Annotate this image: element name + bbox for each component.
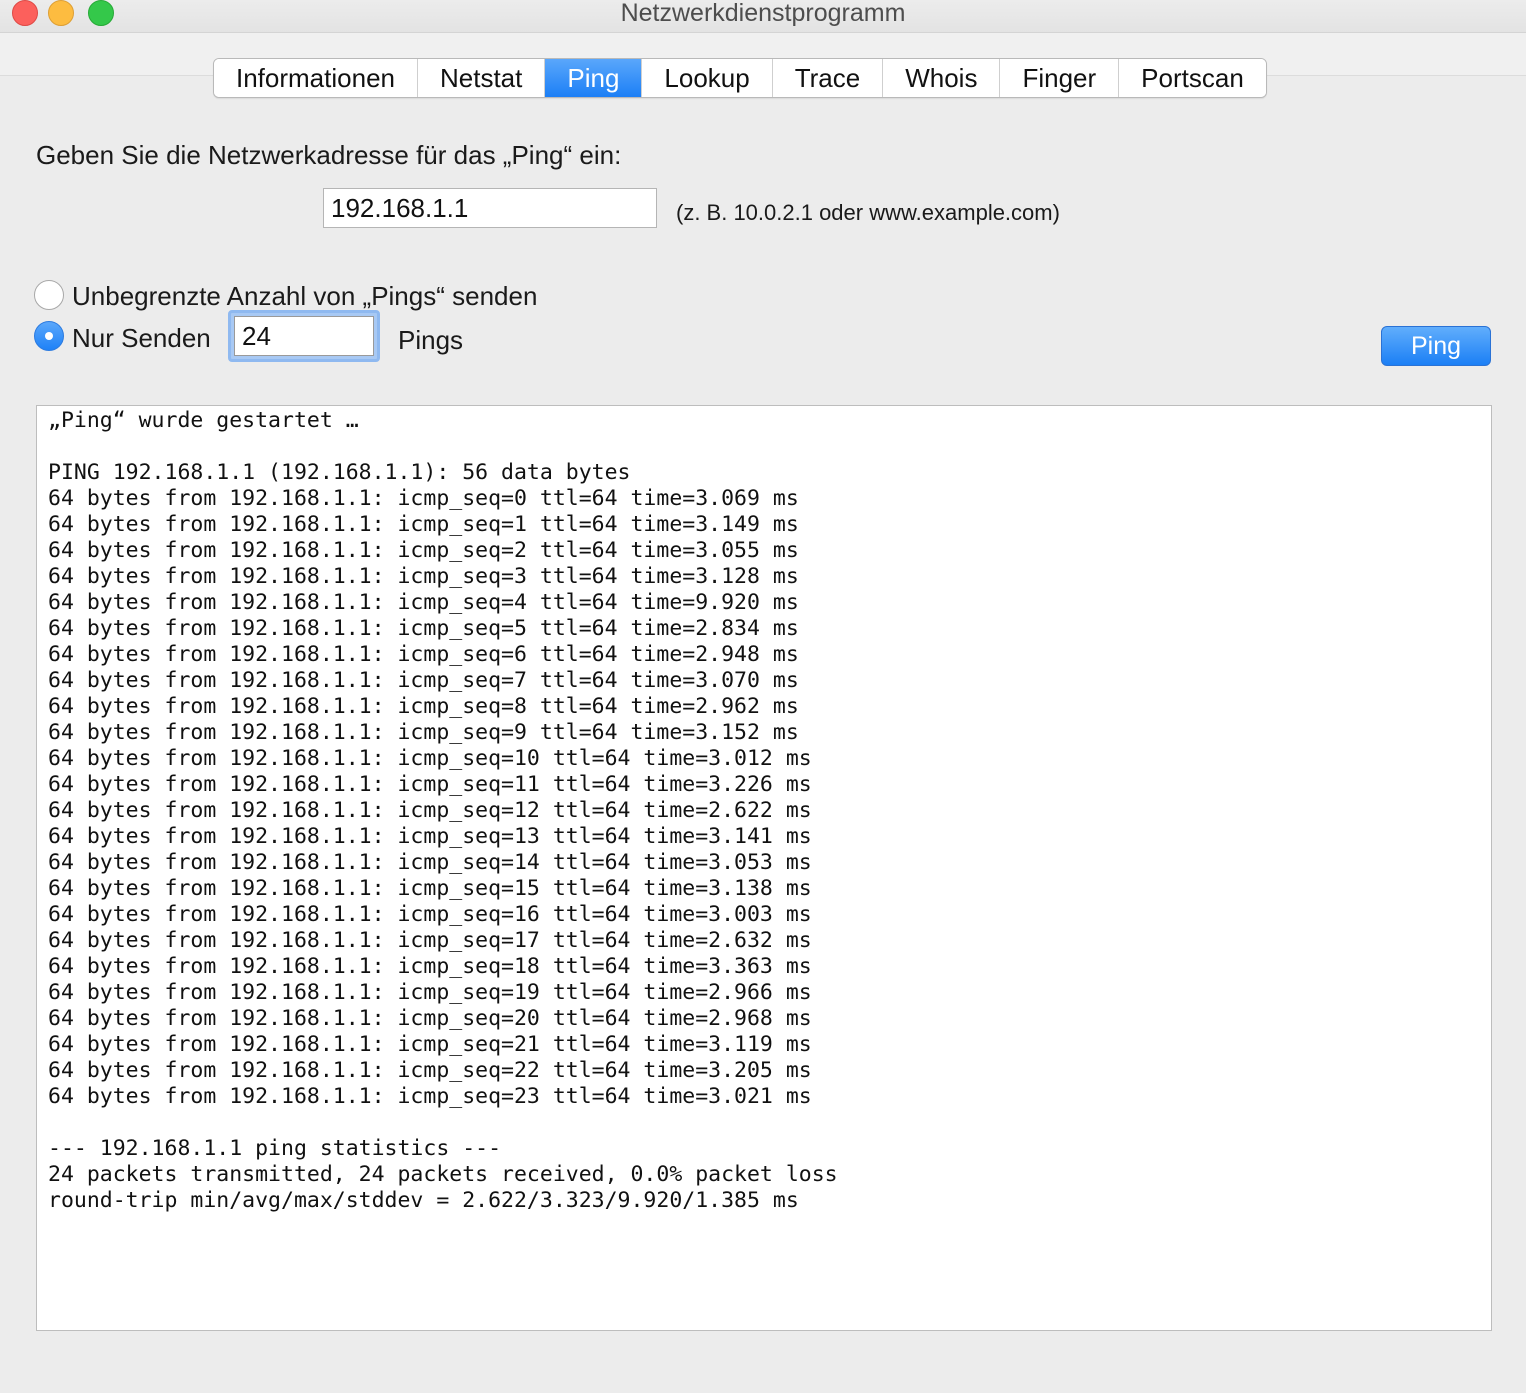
- unlimited-pings-label[interactable]: Unbegrenzte Anzahl von „Pings“ senden: [72, 281, 537, 312]
- ping-count-input[interactable]: [234, 316, 374, 356]
- output-line: 64 bytes from 192.168.1.1: icmp_seq=17 t…: [48, 928, 812, 953]
- output-line: 64 bytes from 192.168.1.1: icmp_seq=9 tt…: [48, 720, 799, 745]
- output-line: 64 bytes from 192.168.1.1: icmp_seq=22 t…: [48, 1058, 812, 1083]
- output-line: 64 bytes from 192.168.1.1: icmp_seq=3 tt…: [48, 564, 799, 589]
- only-send-radio[interactable]: [34, 321, 64, 351]
- address-example-hint: (z. B. 10.0.2.1 oder www.example.com): [676, 200, 1060, 225]
- output-line: 64 bytes from 192.168.1.1: icmp_seq=15 t…: [48, 876, 812, 901]
- tab-portscan[interactable]: Portscan: [1119, 59, 1266, 97]
- output-line: 64 bytes from 192.168.1.1: icmp_seq=20 t…: [48, 1006, 812, 1031]
- output-line: 64 bytes from 192.168.1.1: icmp_seq=14 t…: [48, 850, 812, 875]
- output-line: round-trip min/avg/max/stddev = 2.622/3.…: [48, 1188, 799, 1213]
- output-line: --- 192.168.1.1 ping statistics ---: [48, 1136, 502, 1161]
- tab-trace[interactable]: Trace: [772, 59, 884, 97]
- address-input[interactable]: [323, 188, 657, 228]
- output-line: 64 bytes from 192.168.1.1: icmp_seq=10 t…: [48, 746, 812, 771]
- output-line: „Ping“ wurde gestartet …: [48, 408, 359, 433]
- output-line: 64 bytes from 192.168.1.1: icmp_seq=19 t…: [48, 980, 812, 1005]
- output-line: 64 bytes from 192.168.1.1: icmp_seq=23 t…: [48, 1084, 812, 1109]
- output-line: 64 bytes from 192.168.1.1: icmp_seq=7 tt…: [48, 668, 799, 693]
- output-line: 64 bytes from 192.168.1.1: icmp_seq=16 t…: [48, 902, 812, 927]
- output-line: 64 bytes from 192.168.1.1: icmp_seq=13 t…: [48, 824, 812, 849]
- ping-button[interactable]: Ping: [1381, 326, 1491, 366]
- output-line: 64 bytes from 192.168.1.1: icmp_seq=4 tt…: [48, 590, 799, 615]
- tab-bar: Informationen Netstat Ping Lookup Trace …: [213, 58, 1267, 98]
- tab-finger[interactable]: Finger: [1000, 59, 1120, 97]
- ping-output-text: „Ping“ wurde gestartet … PING 192.168.1.…: [48, 408, 838, 1214]
- output-line: 64 bytes from 192.168.1.1: icmp_seq=6 tt…: [48, 642, 799, 667]
- tab-informationen[interactable]: Informationen: [214, 59, 418, 97]
- tab-lookup[interactable]: Lookup: [642, 59, 773, 97]
- pings-suffix-label: Pings: [398, 325, 464, 355]
- output-line: 64 bytes from 192.168.1.1: icmp_seq=5 tt…: [48, 616, 799, 641]
- only-send-label[interactable]: Nur Senden: [72, 323, 211, 354]
- output-line: 64 bytes from 192.168.1.1: icmp_seq=2 tt…: [48, 538, 799, 563]
- window-title: Netzwerkdienstprogramm: [620, 0, 906, 27]
- address-prompt-label: Geben Sie die Netzwerkadresse für das „P…: [36, 140, 622, 170]
- output-line: 64 bytes from 192.168.1.1: icmp_seq=18 t…: [48, 954, 812, 979]
- ping-output-area[interactable]: „Ping“ wurde gestartet … PING 192.168.1.…: [36, 405, 1492, 1331]
- ping-count-focus-ring: [228, 310, 380, 362]
- output-line: 64 bytes from 192.168.1.1: icmp_seq=0 tt…: [48, 486, 799, 511]
- title-bar: Netzwerkdienstprogramm: [0, 0, 1526, 33]
- tab-whois[interactable]: Whois: [883, 59, 1001, 97]
- output-line: PING 192.168.1.1 (192.168.1.1): 56 data …: [48, 460, 631, 485]
- output-line: 64 bytes from 192.168.1.1: icmp_seq=12 t…: [48, 798, 812, 823]
- output-line: 64 bytes from 192.168.1.1: icmp_seq=1 tt…: [48, 512, 799, 537]
- output-line: 24 packets transmitted, 24 packets recei…: [48, 1162, 838, 1187]
- tab-netstat[interactable]: Netstat: [417, 59, 546, 97]
- output-line: 64 bytes from 192.168.1.1: icmp_seq=11 t…: [48, 772, 812, 797]
- tab-ping[interactable]: Ping: [545, 59, 643, 97]
- unlimited-pings-radio[interactable]: [34, 280, 64, 310]
- output-line: 64 bytes from 192.168.1.1: icmp_seq=8 tt…: [48, 694, 799, 719]
- output-line: 64 bytes from 192.168.1.1: icmp_seq=21 t…: [48, 1032, 812, 1057]
